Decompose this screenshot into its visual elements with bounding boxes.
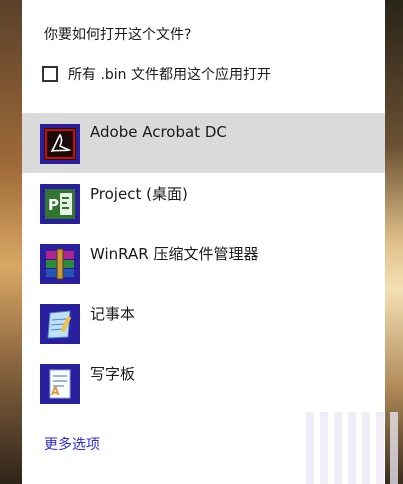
app-item-wordpad[interactable]: A 写字板 [22, 353, 385, 413]
dialog-question: 你要如何打开这个文件? [44, 27, 192, 43]
svg-text:P: P [48, 196, 59, 214]
desktop-background-left [0, 0, 22, 484]
app-item-project[interactable]: P Project (桌面) [22, 173, 385, 233]
winrar-icon [40, 244, 80, 284]
app-item-adobe-acrobat[interactable]: Adobe Acrobat DC [22, 113, 385, 173]
always-use-label: 所有 .bin 文件都用这个应用打开 [68, 67, 271, 83]
watermark-overlay [300, 412, 403, 484]
adobe-acrobat-icon [40, 124, 80, 164]
notepad-icon [40, 304, 80, 344]
ms-project-icon: P [40, 184, 80, 224]
app-name: Adobe Acrobat DC [90, 123, 227, 141]
always-use-checkbox[interactable] [42, 66, 58, 82]
app-name: 记事本 [90, 305, 136, 323]
wordpad-icon: A [40, 364, 80, 404]
always-use-option[interactable]: 所有 .bin 文件都用这个应用打开 [42, 64, 271, 84]
app-name: Project (桌面) [90, 185, 188, 203]
app-name: 写字板 [90, 365, 136, 383]
app-list: Adobe Acrobat DC P Project (桌面) WinRAR 压… [22, 113, 385, 413]
more-options-link[interactable]: 更多选项 [44, 434, 100, 454]
app-name: WinRAR 压缩文件管理器 [90, 245, 259, 263]
app-item-notepad[interactable]: 记事本 [22, 293, 385, 353]
svg-text:A: A [51, 385, 60, 398]
app-item-winrar[interactable]: WinRAR 压缩文件管理器 [22, 233, 385, 293]
